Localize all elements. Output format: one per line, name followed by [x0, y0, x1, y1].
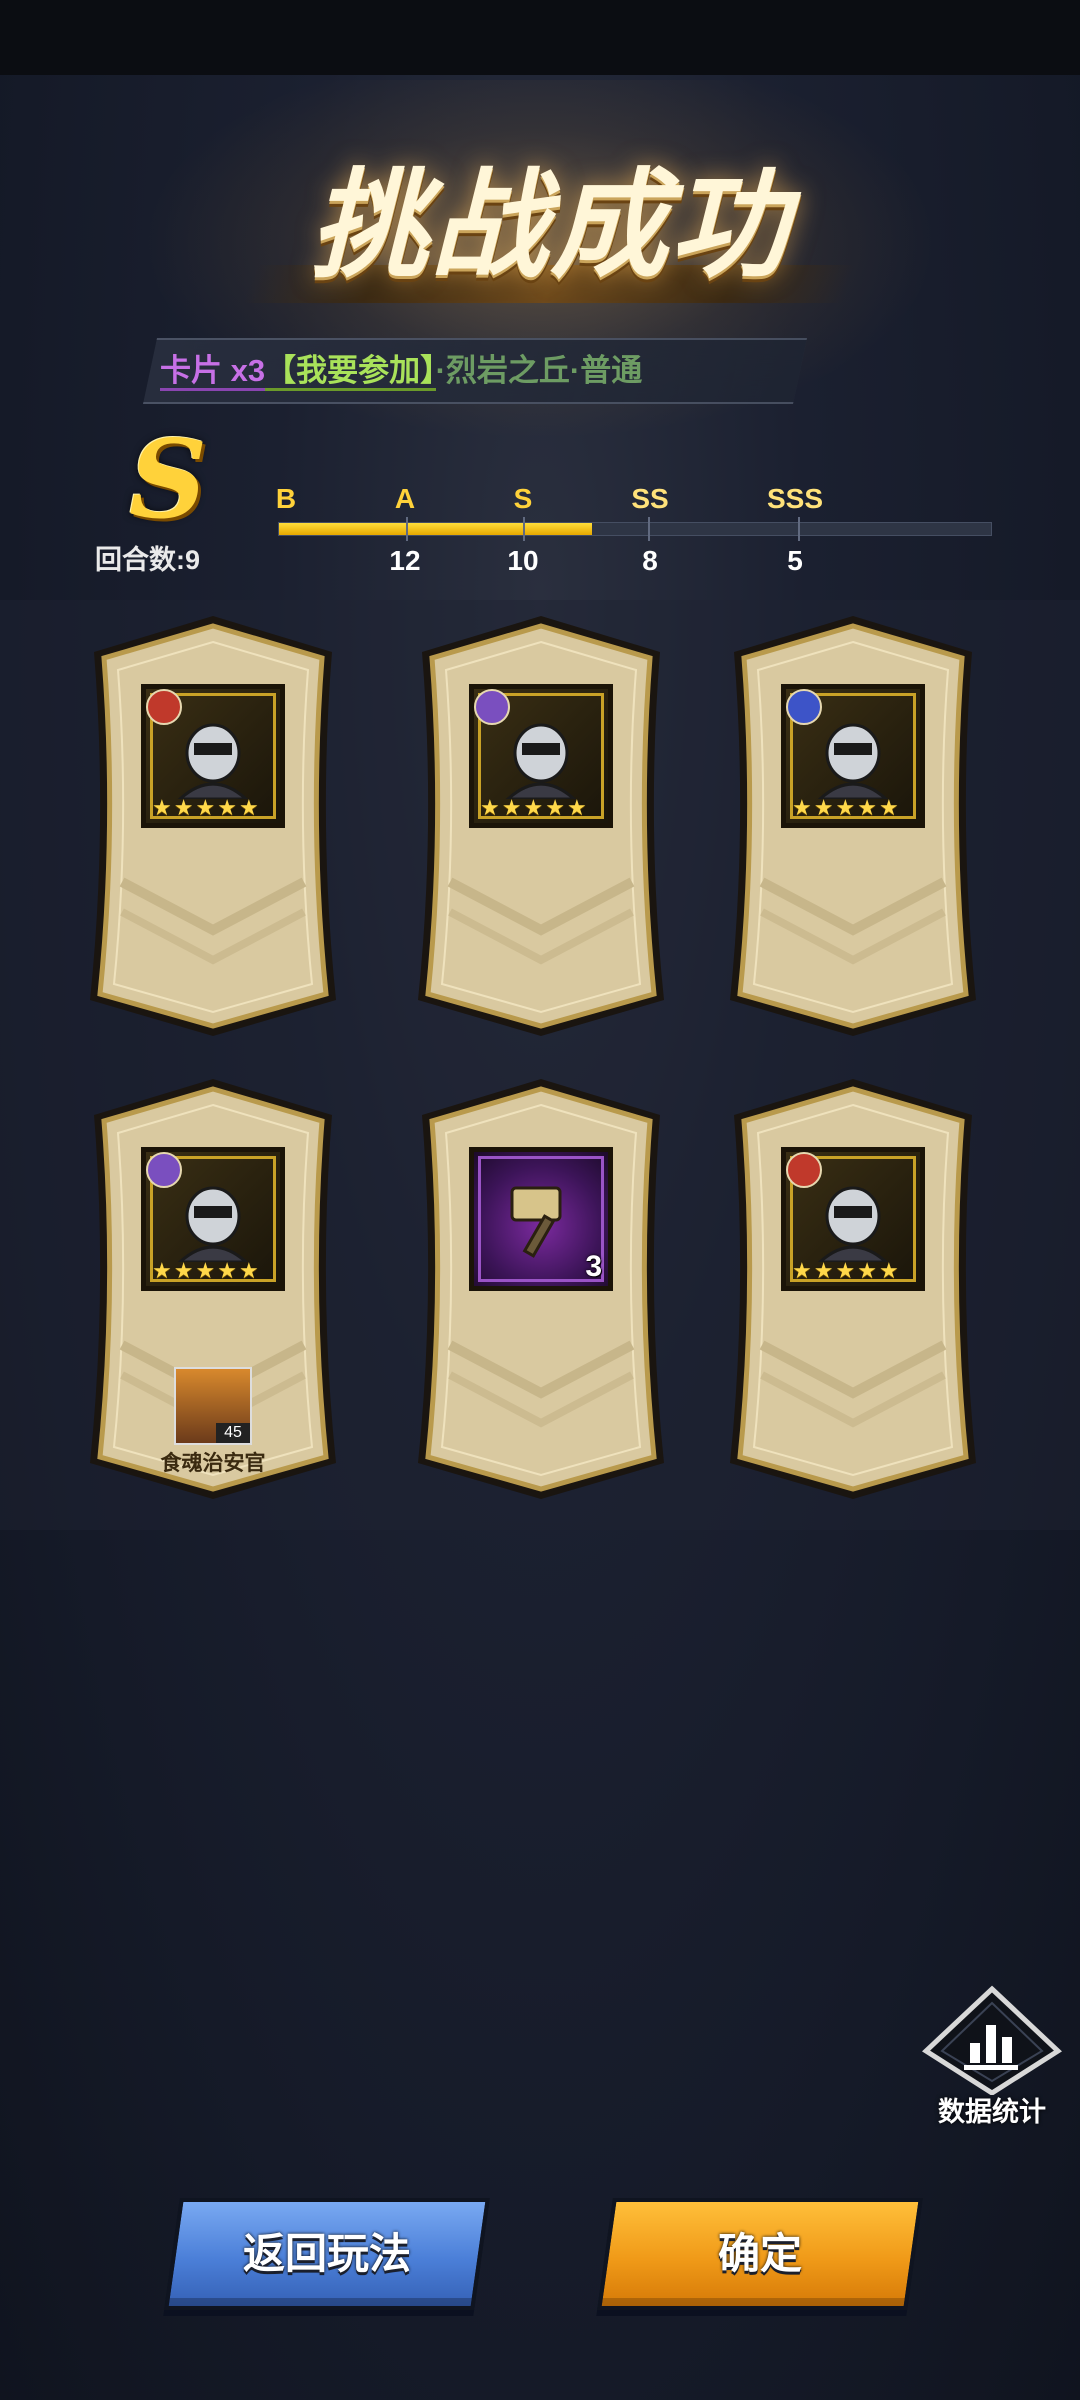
sword-badge-icon	[786, 1152, 822, 1188]
star-icon: ★	[857, 795, 877, 820]
reward-card[interactable]: 3	[410, 1075, 672, 1503]
grade-tick	[648, 517, 650, 541]
star-rating: ★ ★ ★ ★ ★	[480, 797, 587, 819]
magic-badge-icon	[474, 689, 510, 725]
hero-portrait: ★ ★ ★ ★ ★	[141, 1147, 285, 1291]
stats-label: 数据统计	[938, 2097, 1046, 2127]
magic-badge-icon	[146, 1152, 182, 1188]
grade-progress-fill	[279, 523, 593, 535]
tier-label-b: B	[275, 483, 297, 514]
star-icon: ★	[835, 1258, 856, 1283]
star-icon: ★	[792, 795, 812, 820]
star-icon: ★	[566, 795, 587, 820]
star-rating: ★ ★ ★ ★ ★	[152, 1260, 259, 1282]
grade-tick	[523, 517, 525, 541]
hero-portrait: ★ ★ ★ ★ ★	[781, 1147, 925, 1291]
star-icon: ★	[545, 795, 565, 820]
star-icon: ★	[792, 1258, 812, 1283]
grade-progress-bar	[278, 517, 992, 541]
ticker-join-link[interactable]: 【我要参加】	[265, 353, 436, 391]
tier-rounds-a: 12	[389, 545, 421, 576]
star-icon: ★	[173, 795, 194, 820]
item-quantity: 3	[585, 1250, 602, 1283]
star-rating: ★ ★ ★ ★ ★	[152, 797, 259, 819]
grade-tick	[406, 517, 408, 541]
unit-avatar: 45	[174, 1367, 252, 1445]
confirm-button-label: 确定	[717, 2230, 802, 2277]
skull-knight-hero-icon	[177, 1186, 249, 1262]
tier-label-s: S	[513, 483, 533, 514]
rounds-count: 回合数:9	[95, 545, 201, 575]
hero-portrait: ★ ★ ★ ★ ★	[141, 684, 285, 828]
bar-chart-icon	[921, 1985, 1063, 2096]
tier-label-a: A	[394, 483, 416, 514]
reward-card[interactable]: ★ ★ ★ ★ ★	[722, 1075, 984, 1503]
white-robed-hero-icon	[817, 723, 889, 799]
star-icon: ★	[152, 1258, 172, 1283]
ticker-stage-text: ·烈岩之丘·普通	[435, 353, 643, 388]
item-portrait: 3	[469, 1147, 613, 1291]
tier-label-ss: SS	[631, 483, 669, 514]
star-icon: ★	[501, 795, 522, 820]
star-icon: ★	[238, 1258, 259, 1283]
announcement-ticker[interactable]: 卡片 x3【我要参加】·烈岩之丘·普通	[142, 338, 808, 404]
reward-card[interactable]: ★ ★ ★ ★ ★ 45 食魂治安官	[82, 1075, 344, 1503]
status-bar-area	[0, 0, 1080, 75]
star-icon: ★	[835, 795, 856, 820]
star-icon: ★	[217, 795, 237, 820]
star-rating: ★ ★ ★ ★ ★	[792, 1260, 899, 1282]
result-title-banner: 挑战成功	[243, 150, 857, 310]
star-icon: ★	[523, 795, 544, 820]
star-icon: ★	[813, 795, 834, 820]
hero-portrait: ★ ★ ★ ★ ★	[469, 684, 613, 828]
tier-rounds-s: 10	[507, 545, 539, 576]
hero-portrait: ★ ★ ★ ★ ★	[781, 684, 925, 828]
sword-badge-icon	[146, 689, 182, 725]
grade-tick	[798, 517, 800, 541]
teal-skull-hero-icon	[817, 1186, 889, 1262]
star-icon: ★	[878, 795, 899, 820]
star-icon: ★	[878, 1258, 899, 1283]
red-masked-hero-icon	[505, 723, 577, 799]
confirm-button[interactable]: 确定	[597, 2198, 923, 2310]
star-icon: ★	[195, 795, 216, 820]
star-icon: ★	[195, 1258, 216, 1283]
star-icon: ★	[857, 1258, 877, 1283]
page-title: 挑战成功	[309, 156, 790, 294]
dropped-unit[interactable]: 45 食魂治安官	[161, 1367, 266, 1475]
ticker-reward-text: 卡片 x3	[160, 353, 266, 391]
star-icon: ★	[173, 1258, 194, 1283]
grade-badge: S	[129, 417, 207, 543]
star-rating: ★ ★ ★ ★ ★	[792, 797, 899, 819]
reward-card[interactable]: ★ ★ ★ ★ ★	[82, 612, 344, 1040]
star-icon: ★	[813, 1258, 834, 1283]
tier-label-sss: SSS	[766, 483, 824, 514]
star-icon: ★	[152, 795, 172, 820]
unit-level: 45	[216, 1423, 250, 1443]
reward-card[interactable]: ★ ★ ★ ★ ★	[410, 612, 672, 1040]
hammer-item-icon	[510, 1186, 562, 1258]
dark-armored-hero-icon	[177, 723, 249, 799]
back-to-mode-button[interactable]: 返回玩法	[164, 2198, 490, 2310]
star-icon: ★	[238, 795, 259, 820]
tier-rounds-ss: 8	[642, 545, 658, 576]
tier-rounds-sss: 5	[787, 545, 803, 576]
unit-name: 食魂治安官	[160, 1452, 266, 1475]
star-icon: ★	[217, 1258, 237, 1283]
stats-button[interactable]: 数据统计	[921, 1985, 1063, 2133]
reward-card[interactable]: ★ ★ ★ ★ ★	[722, 612, 984, 1040]
star-icon: ★	[480, 795, 500, 820]
back-button-label: 返回玩法	[242, 2230, 411, 2277]
swirl-badge-icon	[786, 689, 822, 725]
